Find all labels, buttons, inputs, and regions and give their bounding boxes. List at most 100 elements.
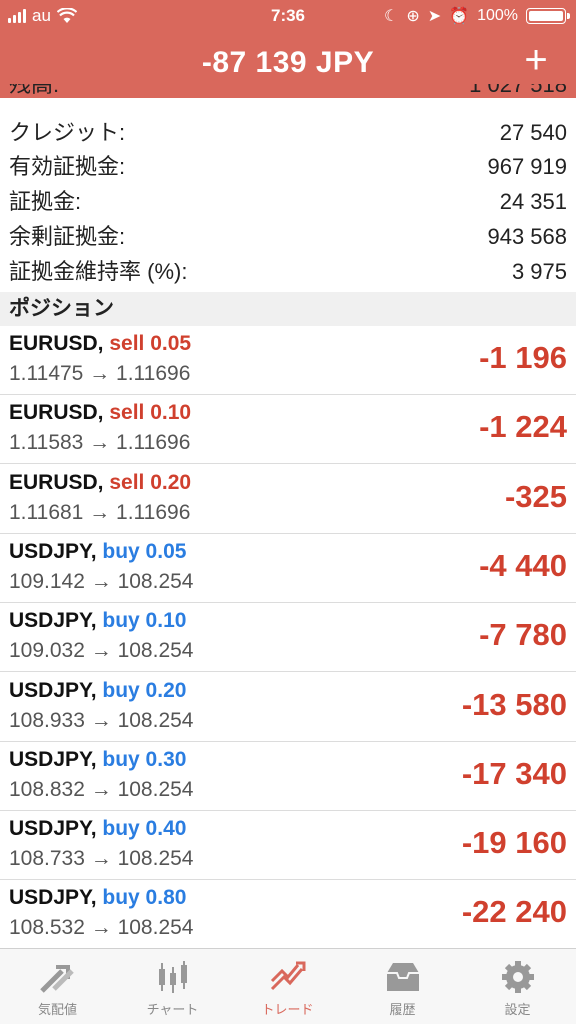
tab-label: トレード [261, 1002, 314, 1017]
position-prices: 109.032 → 108.254 [9, 639, 194, 663]
positions-header-label: ポジション [9, 297, 114, 320]
status-bar: au 7:36 ☾ ⊕ ➤ ⏰ 100% [0, 0, 576, 34]
summary-row: クレジット: 27 540 [0, 115, 576, 150]
position-prices: 1.11475 → 1.11696 [9, 362, 191, 385]
position-type: buy 0.05 [102, 539, 187, 563]
position-symbol: USDJPY, [9, 747, 97, 771]
position-symbol: USDJPY, [9, 539, 97, 563]
summary-value: 27 540 [499, 120, 567, 145]
position-symbol: USDJPY, [9, 886, 97, 910]
tab-history[interactable]: 履歴 [345, 949, 460, 1025]
summary-value: 1 027 518 [469, 84, 567, 97]
position-title: USDJPY, buy 0.30 [9, 748, 186, 772]
position-title: USDJPY, buy 0.80 [9, 886, 186, 910]
position-symbol: USDJPY, [9, 609, 97, 633]
position-prices: 1.11583 → 1.11696 [9, 431, 191, 455]
location-icon: ➤ [427, 8, 442, 25]
summary-row: 証拠金維持率 (%): 3 975 [0, 254, 576, 289]
position-symbol: EURUSD, [9, 401, 104, 425]
summary-value: 967 919 [487, 154, 567, 179]
settings-icon [501, 961, 534, 993]
positions-section-header: ポジション [0, 292, 576, 326]
summary-label: 証拠金: [9, 189, 82, 214]
rotation-lock-icon: ⊕ [406, 8, 420, 25]
summary-label: 残高: [9, 84, 60, 97]
moon-icon: ☾ [384, 8, 399, 25]
position-symbol: EURUSD, [9, 332, 104, 355]
position-profit: -22 240 [461, 894, 567, 930]
position-symbol: USDJPY, [9, 678, 97, 702]
position-title: USDJPY, buy 0.20 [9, 679, 186, 703]
position-profit: -7 780 [479, 617, 567, 653]
summary-label: 証拠金維持率 (%): [9, 259, 188, 284]
new-order-button[interactable]: + [516, 40, 556, 82]
summary-row: 有効証拠金: 967 919 [0, 149, 576, 184]
position-prices: 108.733 → 108.254 [9, 847, 194, 871]
position-row[interactable]: USDJPY, buy 0.10 109.032 → 108.254 -7 780 [0, 603, 576, 673]
position-type: sell 0.10 [109, 401, 192, 425]
position-title: EURUSD, sell 0.20 [9, 471, 191, 495]
summary-value: 3 975 [511, 259, 567, 284]
position-type: sell 0.20 [109, 470, 192, 494]
summary-label: 余剰証拠金: [9, 224, 126, 249]
tab-settings[interactable]: 設定 [460, 949, 575, 1025]
status-right: ☾ ⊕ ➤ ⏰ 100% [384, 6, 570, 26]
position-row[interactable]: USDJPY, buy 0.80 108.532 → 108.254 -22 240 [0, 880, 576, 946]
tab-label: チャート [146, 1002, 199, 1017]
chart-icon [158, 961, 187, 993]
battery-percent: 100% [477, 7, 518, 24]
tab-label: 気配値 [37, 1002, 77, 1017]
position-symbol: USDJPY, [9, 817, 97, 841]
alarm-icon: ⏰ [449, 8, 470, 25]
tab-label: 設定 [504, 1002, 531, 1017]
history-icon [386, 963, 419, 991]
position-row[interactable]: USDJPY, buy 0.40 108.733 → 108.254 -19 160 [0, 811, 576, 881]
account-summary: 残高: 1 027 518 クレジット: 27 540 有効証拠金: 967 919 証拠金… [0, 84, 576, 292]
position-type: buy 0.20 [102, 678, 187, 702]
summary-value: 943 568 [487, 224, 567, 249]
position-prices: 109.142 → 108.254 [9, 569, 194, 593]
tab-chart[interactable]: チャート [115, 949, 230, 1025]
summary-label: クレジット: [9, 120, 126, 145]
summary-value: 24 351 [499, 189, 567, 214]
quotes-icon [39, 965, 74, 993]
position-type: buy 0.80 [102, 886, 187, 910]
position-row[interactable]: USDJPY, buy 0.20 108.933 → 108.254 -13 580 [0, 673, 576, 742]
position-profit: -13 580 [461, 686, 567, 722]
position-profit: -19 160 [461, 825, 567, 861]
tab-trade[interactable]: トレード [230, 949, 345, 1025]
profit-total-title: -87 139 JPY [201, 46, 375, 79]
positions-list: EURUSD, sell 0.05 1.11475 → 1.11696 -1 196… [0, 326, 576, 946]
position-prices: 1.11681 → 1.11696 [9, 500, 191, 524]
position-prices: 108.532 → 108.254 [9, 916, 194, 940]
tab-label: 履歴 [389, 1002, 416, 1017]
summary-label: 有効証拠金: [9, 154, 126, 179]
position-title: USDJPY, buy 0.10 [9, 609, 186, 633]
position-prices: 108.832 → 108.254 [9, 777, 194, 801]
summary-row: 残高: 1 027 518 [0, 84, 576, 102]
summary-row: 証拠金: 24 351 [0, 184, 576, 219]
trade-icon [270, 961, 305, 991]
position-type: buy 0.30 [102, 747, 187, 771]
position-row[interactable]: EURUSD, sell 0.20 1.11681 → 1.11696 -325 [0, 465, 576, 534]
battery-level [529, 11, 563, 21]
summary-row: 余剰証拠金: 943 568 [0, 219, 576, 254]
tab-quotes[interactable]: 気配値 [0, 949, 115, 1025]
position-row[interactable]: EURUSD, sell 0.10 1.11583 → 1.11696 -1 224 [0, 395, 576, 465]
position-type: buy 0.40 [102, 817, 187, 841]
position-profit: -4 440 [479, 547, 567, 583]
position-profit: -1 196 [479, 340, 567, 375]
position-symbol: EURUSD, [9, 470, 104, 494]
position-row[interactable]: USDJPY, buy 0.05 109.142 → 108.254 -4 440 [0, 534, 576, 603]
position-prices: 108.933 → 108.254 [9, 708, 194, 732]
position-row[interactable]: EURUSD, sell 0.05 1.11475 → 1.11696 -1 196 [0, 326, 576, 395]
position-title: EURUSD, sell 0.05 [9, 332, 191, 356]
tab-bar: 気配値 チャート トレード 履歴 設定 [0, 948, 576, 1024]
position-row[interactable]: USDJPY, buy 0.30 108.832 → 108.254 -17 340 [0, 742, 576, 811]
position-title: USDJPY, buy 0.40 [9, 817, 186, 841]
position-profit: -17 340 [461, 755, 567, 791]
position-profit: -325 [504, 478, 567, 514]
position-type: sell 0.05 [109, 332, 192, 355]
position-title: EURUSD, sell 0.10 [9, 401, 191, 425]
position-type: buy 0.10 [102, 609, 187, 633]
